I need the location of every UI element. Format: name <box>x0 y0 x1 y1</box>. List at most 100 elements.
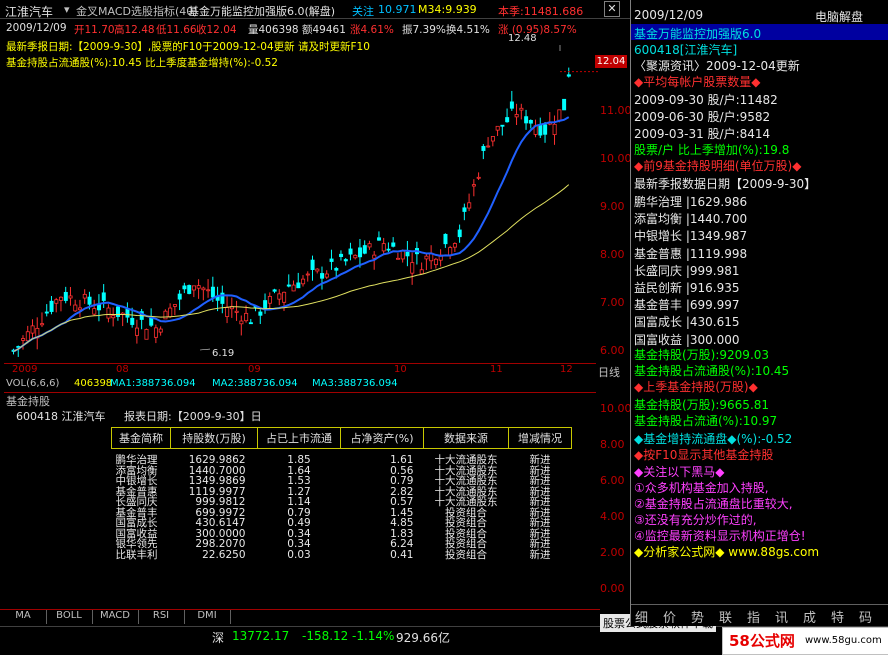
chart-title-bar: 江淮汽车 ▾ 金叉MACD选股指标(40) 基金万能监控加强版6.0(解盘) 关… <box>0 0 630 19</box>
candle <box>495 125 500 131</box>
tab-boll[interactable]: BOLL <box>46 610 93 624</box>
table-cell: 0.49 <box>287 517 311 529</box>
candle <box>282 291 287 303</box>
candle <box>514 114 519 118</box>
table-row: 鹏华治理 1629.9862 1.85 1.61 十大流通股东 新进 <box>112 449 572 466</box>
table-cell: 银华领先 <box>115 538 158 550</box>
f10-link[interactable]: ◆按F10显示其他基金持股 <box>634 446 773 463</box>
candle <box>30 325 35 334</box>
table-cell: 新进 <box>529 517 551 529</box>
table-row: 银华领先 298.2070 0.34 6.24 投资组合 新进 <box>112 539 572 550</box>
stock-name[interactable]: 江淮汽车 <box>5 3 53 20</box>
candle <box>405 251 410 257</box>
panel-tab[interactable]: 码 <box>859 607 872 626</box>
period-label[interactable]: 日线 <box>598 364 620 380</box>
follow-label: 关注 <box>352 5 374 18</box>
candle <box>163 310 168 320</box>
candle <box>462 207 467 212</box>
tab-dmi[interactable]: DMI <box>184 610 231 624</box>
candle <box>191 285 196 291</box>
table-row: 长盛同庆 999.9812 1.14 0.57 十大流通股东 新进 <box>112 497 572 508</box>
formula-name[interactable]: 基金万能监控加强版6.0(解盘) <box>188 3 335 19</box>
date-tick: 10 <box>394 364 407 375</box>
panel-tab[interactable]: 特 <box>831 607 844 626</box>
avg-change: 股票/户 比上季增加(%):19.8 <box>634 143 790 157</box>
candle <box>234 310 239 313</box>
price-tick: 11.00 <box>600 104 632 117</box>
price-tick: 6.00 <box>600 344 625 357</box>
lower-tick: 4.00 <box>600 510 625 523</box>
fund-item: 益民创新 |916.935 <box>634 281 740 295</box>
candle <box>358 247 363 258</box>
table-cell: 1.61 <box>390 454 414 466</box>
col-header: 增减情况 <box>508 427 572 449</box>
panel-header-right[interactable]: 电脑解盘 <box>815 8 863 25</box>
ma-short-line <box>13 116 570 353</box>
candle <box>187 285 192 294</box>
candle <box>490 136 495 142</box>
candle <box>519 107 524 111</box>
fund-holdings-table: 基金简称 持股数(万股) 占已上市流通 占净资产(%) 数据来源 增减情况 鹏华… <box>111 427 572 560</box>
benchmark-value: 本季:11481.686 <box>498 5 584 18</box>
table-row: 基金普惠 1119.9977 1.27 2.82 十大流通股东 新进 <box>112 486 572 498</box>
candle <box>476 176 481 179</box>
candle <box>263 300 268 310</box>
price-tick: 8.00 <box>600 248 625 261</box>
panel-formula: 基金万能监控加强版6.0 <box>634 27 762 41</box>
panel-news: 〈聚源资讯〉2009-12-04更新 <box>634 59 800 73</box>
candle <box>248 322 253 325</box>
candle <box>562 98 567 111</box>
candle <box>467 202 472 209</box>
table-cell: 投资组合 <box>445 538 487 550</box>
panel-tab[interactable]: 细 <box>635 607 648 626</box>
dark-title: ◆关注以下黑马◆ <box>634 465 725 479</box>
tab-macd[interactable]: MACD <box>92 610 139 624</box>
table-cell: 22.6250 <box>202 548 246 561</box>
date-tick: 09 <box>248 364 261 375</box>
panel-tab[interactable]: 指 <box>747 607 760 626</box>
fund-item: 国富成长 |430.615 <box>634 315 740 330</box>
fund-item: 添富均衡 |1440.700 <box>634 212 748 227</box>
candlestick-chart[interactable] <box>4 20 598 364</box>
candle <box>225 307 230 317</box>
candle <box>59 296 64 301</box>
lower-tick: 0.00 <box>600 582 625 595</box>
col-header: 占已上市流通 <box>257 427 341 449</box>
candle <box>500 124 505 127</box>
table-cell: 0.57 <box>390 496 414 508</box>
dark-item: ②基金持股占流通盘比重较大, <box>634 497 793 511</box>
candle <box>377 237 382 241</box>
candle <box>149 317 154 326</box>
high-price-label: 12.48 <box>508 33 537 44</box>
tab-rsi[interactable]: RSI <box>138 610 185 624</box>
candle <box>310 259 315 270</box>
follow-value: 10.971 <box>378 3 417 16</box>
table-cell: 新进 <box>529 454 551 466</box>
table-row: 基金普丰 699.9972 0.79 1.45 投资组合 新进 <box>112 507 572 519</box>
panel-footer[interactable]: ◆分析家公式网◆ www.88gs.com <box>634 543 819 560</box>
panel-tab[interactable]: 价 <box>663 607 676 626</box>
logo-text: 58公式网 <box>729 632 795 650</box>
candle <box>320 273 325 279</box>
candle <box>329 258 334 262</box>
candle <box>552 123 557 136</box>
vol-value: 406398 <box>74 378 113 389</box>
candle <box>101 292 106 301</box>
close-icon[interactable]: ✕ <box>604 1 620 17</box>
chevron-down-icon[interactable]: ▾ <box>64 3 70 16</box>
panel-tab[interactable]: 势 <box>691 607 704 626</box>
panel-tab[interactable]: 成 <box>803 607 816 626</box>
candle <box>538 124 543 136</box>
candle <box>291 284 296 292</box>
tab-ma[interactable]: MA <box>0 610 47 624</box>
candle <box>448 247 453 256</box>
date-axis: 2009 08 09 10 11 12 <box>4 363 596 378</box>
table-cell: 1.14 <box>287 496 311 508</box>
indicator-name[interactable]: 金叉MACD选股指标(40) <box>76 3 198 19</box>
candle <box>21 338 26 341</box>
panel-tab[interactable]: 联 <box>719 607 732 626</box>
candle <box>433 258 438 266</box>
candle <box>277 293 282 300</box>
panel-tab[interactable]: 讯 <box>775 607 788 626</box>
candle <box>386 248 391 251</box>
